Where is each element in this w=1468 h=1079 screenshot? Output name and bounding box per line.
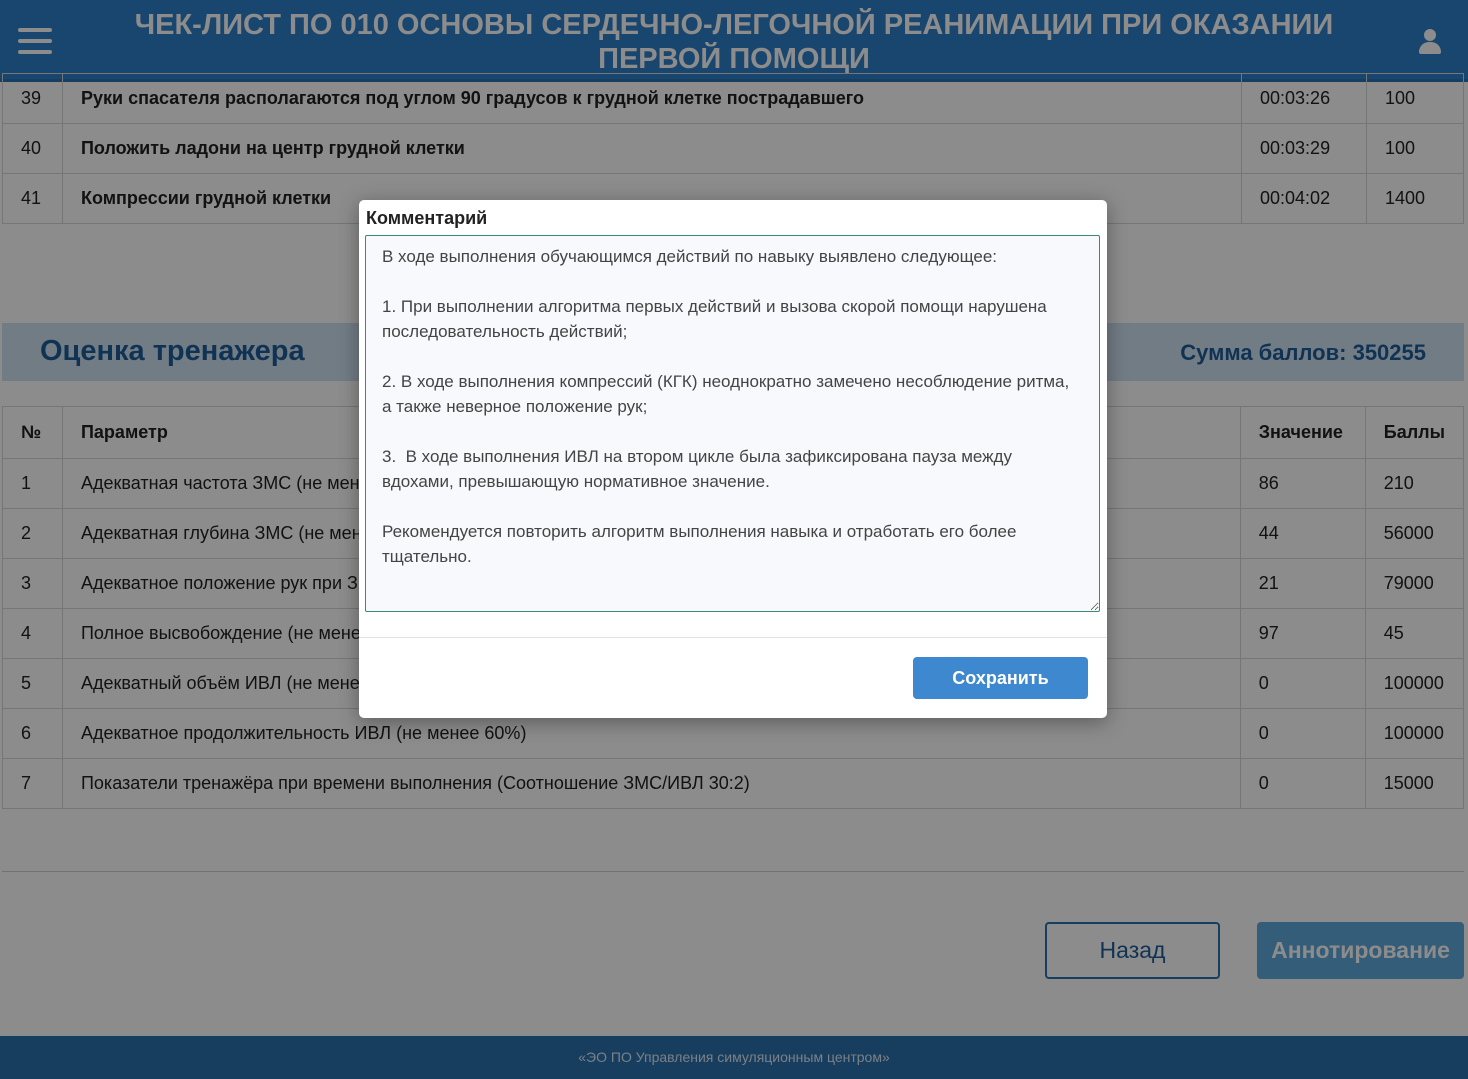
modal-divider [359, 637, 1107, 638]
comment-modal: Комментарий В ходе выполнения обучающимс… [359, 200, 1107, 718]
save-button[interactable]: Сохранить [913, 657, 1088, 699]
comment-label: Комментарий [366, 208, 488, 228]
comment-textarea[interactable]: В ходе выполнения обучающимся действий п… [365, 235, 1100, 612]
